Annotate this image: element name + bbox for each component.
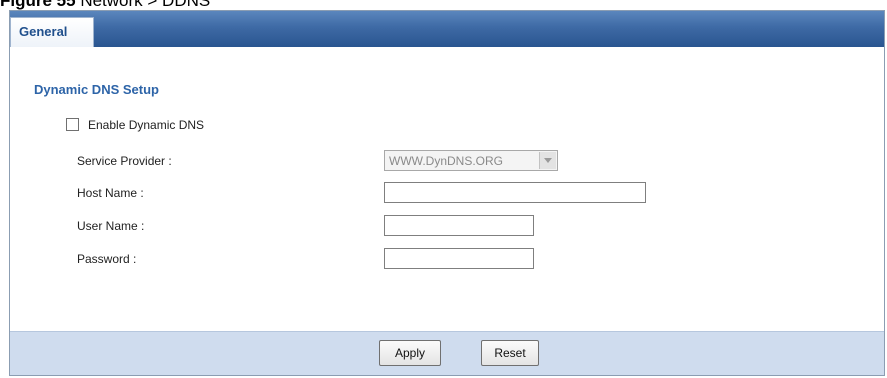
user-name-input[interactable] — [384, 215, 534, 236]
figure-caption: Figure 55 Network > DDNS — [0, 0, 211, 10]
host-name-input[interactable] — [384, 182, 646, 203]
service-provider-select[interactable]: WWW.DynDNS.ORG — [384, 150, 558, 171]
reset-button[interactable]: Reset — [481, 340, 539, 366]
section-title: Dynamic DNS Setup — [34, 82, 159, 97]
chevron-down-icon[interactable] — [539, 152, 556, 169]
tab-bar: General — [10, 11, 884, 47]
service-provider-label: Service Provider : — [77, 154, 172, 168]
figure-path: Network > DDNS — [80, 0, 211, 10]
user-name-label: User Name : — [77, 219, 145, 233]
figure-number: Figure 55 — [0, 0, 76, 10]
enable-dynamic-dns-label: Enable Dynamic DNS — [88, 118, 205, 132]
service-provider-value: WWW.DynDNS.ORG — [389, 154, 503, 168]
enable-dynamic-dns-checkbox[interactable] — [66, 118, 79, 131]
tab-general[interactable]: General — [10, 17, 94, 47]
password-label: Password : — [77, 252, 137, 266]
apply-button[interactable]: Apply — [379, 340, 441, 366]
password-input[interactable] — [384, 248, 534, 269]
host-name-label: Host Name : — [77, 186, 144, 200]
button-bar: Apply Reset — [10, 331, 884, 375]
ddns-panel: General Dynamic DNS Setup Enable Dynamic… — [9, 10, 885, 376]
